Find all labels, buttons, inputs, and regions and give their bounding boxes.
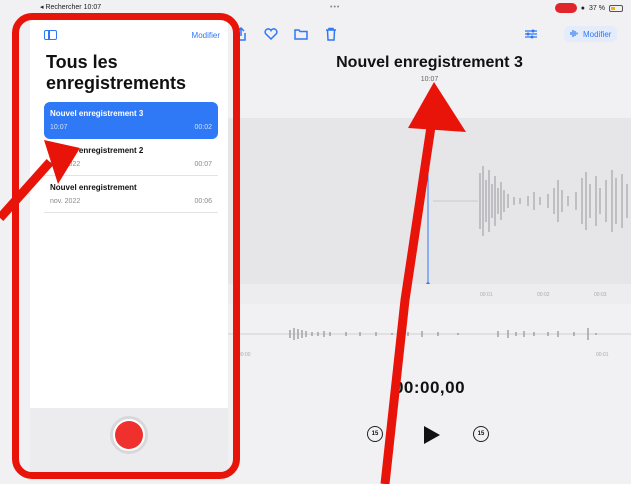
annotation-arrow-up [380,82,466,484]
annotation-arrow-left [0,140,80,221]
annotation-arrows [0,82,466,484]
